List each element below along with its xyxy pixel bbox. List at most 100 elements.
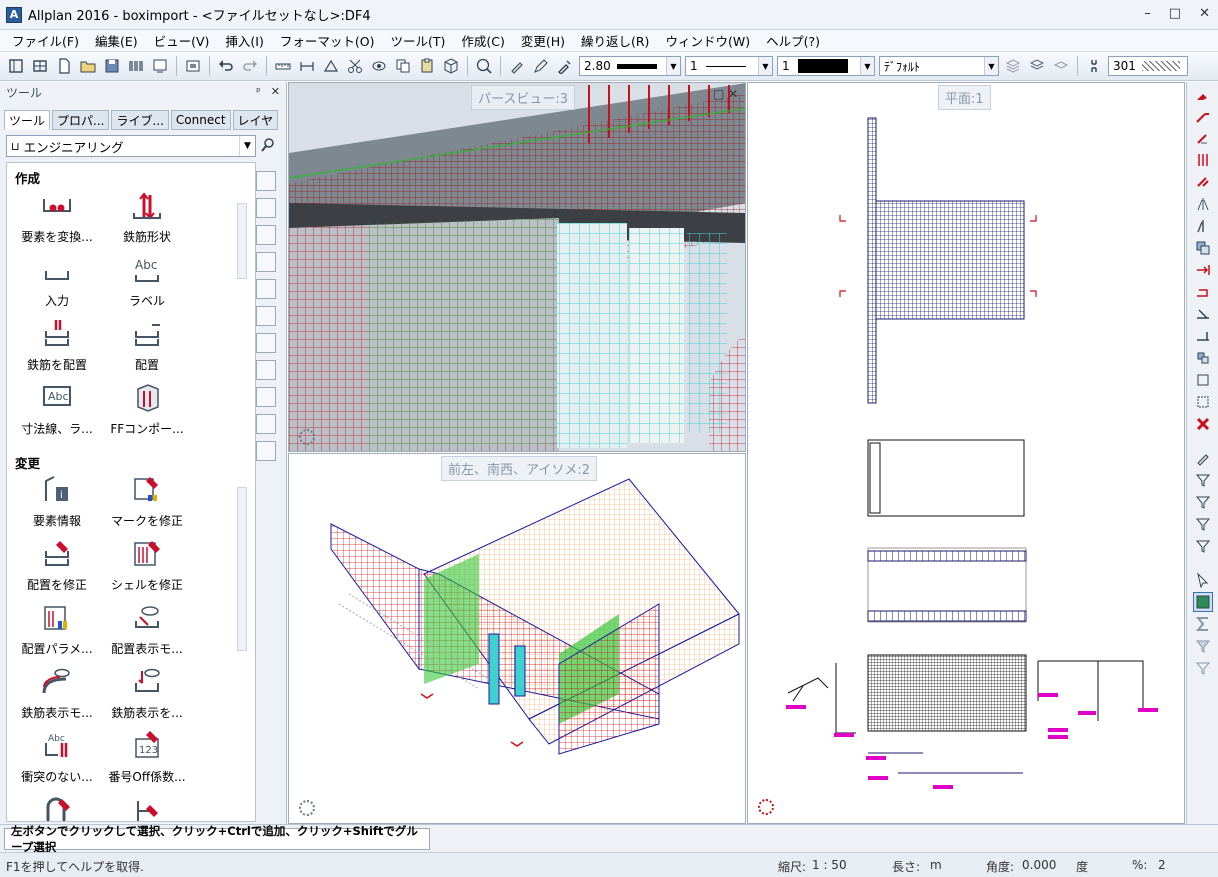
copy-move-icon[interactable]	[1193, 128, 1213, 148]
length-unit-value[interactable]: m	[930, 858, 942, 872]
tab-library[interactable]: ライブ...	[111, 110, 169, 130]
delete-x-icon[interactable]	[1193, 414, 1213, 434]
hatch-combo[interactable]: 301	[1108, 56, 1188, 76]
tool-placement-display-mode[interactable]: 配置表示モ...	[97, 601, 197, 657]
color-combo[interactable]: 1 ▼	[777, 56, 875, 76]
tab-layer[interactable]: レイヤ	[232, 110, 279, 130]
close-viewport-icon[interactable]: ✕	[728, 87, 738, 101]
tool-placement-params[interactable]: 配置パラメ...	[7, 601, 107, 657]
maximize-viewport-icon[interactable]: □	[713, 87, 724, 101]
menu-file[interactable]: ファイル(F)	[4, 31, 87, 50]
navigation-compass-icon[interactable]	[299, 429, 315, 445]
print-button[interactable]	[125, 55, 147, 77]
transform-icon[interactable]	[1193, 370, 1213, 390]
tool-convert-elements[interactable]: 要素を変換...	[7, 189, 107, 245]
redo-button[interactable]	[239, 55, 261, 77]
sum-icon[interactable]	[1193, 614, 1213, 634]
layer-status-button[interactable]	[1026, 55, 1048, 77]
chevron-down-icon[interactable]: ▼	[758, 57, 772, 75]
array-icon[interactable]	[1193, 348, 1213, 368]
side-tool-4-icon[interactable]	[256, 252, 276, 272]
layer-tool-button[interactable]	[1002, 55, 1024, 77]
side-tool-3-icon[interactable]	[256, 225, 276, 245]
angle-value[interactable]: 0.000	[1022, 858, 1056, 872]
duplicate-icon[interactable]	[1193, 238, 1213, 258]
plot-preview-button[interactable]	[149, 55, 171, 77]
menu-tools[interactable]: ツール(T)	[382, 31, 453, 50]
tool-dimension-label[interactable]: Abc 寸法線、ラ...	[7, 381, 107, 437]
tool-modify-shell[interactable]: シェルを修正	[97, 537, 197, 593]
pen-thickness-combo[interactable]: 2.80 ▼	[579, 56, 681, 76]
navigation-compass-icon[interactable]	[758, 799, 774, 815]
menu-create[interactable]: 作成(C)	[453, 31, 512, 50]
help-button[interactable]	[473, 55, 495, 77]
allplan-app-icon[interactable]: A	[6, 6, 22, 23]
maximize-button[interactable]: □	[1169, 6, 1181, 21]
menu-insert[interactable]: 挿入(I)	[217, 31, 271, 50]
chevron-down-icon[interactable]: ▼	[239, 136, 255, 156]
select-icon[interactable]	[1193, 570, 1213, 590]
eyedropper-button[interactable]	[554, 55, 576, 77]
tool-ff-component[interactable]: FFコンポー...	[97, 381, 197, 437]
tool-number-off-factor[interactable]: 123 番号Off係数...	[97, 729, 197, 785]
side-tool-10-icon[interactable]	[256, 414, 276, 434]
filter-3-icon[interactable]	[1193, 514, 1213, 534]
tool-rebar-display[interactable]: 鉄筋表示を...	[97, 665, 197, 721]
filter-2-icon[interactable]	[1193, 492, 1213, 512]
menu-edit[interactable]: 編集(E)	[87, 31, 146, 50]
filter-4-icon[interactable]	[1193, 536, 1213, 556]
chevron-down-icon[interactable]: ▼	[984, 57, 998, 75]
offset-icon[interactable]	[1193, 304, 1213, 324]
filter-1-icon[interactable]	[1193, 470, 1213, 490]
chevron-down-icon[interactable]: ▼	[860, 57, 874, 75]
close-button[interactable]: ✕	[1199, 6, 1210, 21]
save-button[interactable]	[101, 55, 123, 77]
mirror-icon[interactable]	[1193, 150, 1213, 170]
mirror-axis-icon[interactable]	[1193, 216, 1213, 236]
menu-window[interactable]: ウィンドウ(W)	[657, 31, 758, 50]
palette-scrollbar-top[interactable]	[237, 203, 247, 279]
tool-placement[interactable]: 配置	[97, 317, 197, 373]
tool-more-2[interactable]	[97, 793, 197, 821]
tool-place-rebar[interactable]: 鉄筋を配置	[7, 317, 107, 373]
undo-button[interactable]	[215, 55, 237, 77]
module-selector[interactable]: ⊔ エンジニアリング ▼	[6, 135, 256, 157]
visibility-button[interactable]	[368, 55, 390, 77]
3d-button[interactable]	[440, 55, 462, 77]
tab-tools[interactable]: ツール	[4, 110, 51, 130]
side-tool-5-icon[interactable]	[256, 279, 276, 299]
image-button[interactable]	[182, 55, 204, 77]
move-icon[interactable]	[1193, 106, 1213, 126]
panel-close-icon[interactable]: ✕	[271, 85, 280, 98]
layer-combo[interactable]: ﾃﾞﾌｫﾙﾄ ▼	[879, 56, 999, 76]
paste-button[interactable]	[416, 55, 438, 77]
region-icon[interactable]	[1193, 392, 1213, 412]
side-tool-9-icon[interactable]	[256, 387, 276, 407]
side-tool-8-icon[interactable]	[256, 360, 276, 380]
format-properties-button[interactable]	[1083, 55, 1105, 77]
tool-rebar-display-mode[interactable]: 鉄筋表示モ...	[7, 665, 107, 721]
tool-rebar-shape[interactable]: 鉄筋形状	[97, 189, 197, 245]
chevron-down-icon[interactable]: ▼	[666, 57, 680, 75]
side-tool-11-icon[interactable]	[256, 441, 276, 461]
plan-viewport[interactable]: 平面:1	[747, 82, 1185, 824]
filter-5-icon[interactable]	[1193, 636, 1213, 656]
measure-button[interactable]	[272, 55, 294, 77]
palette-scrollbar-bottom[interactable]	[237, 487, 247, 651]
tool-more-1[interactable]	[7, 793, 107, 821]
navigation-compass-icon[interactable]	[299, 800, 315, 816]
tool-label-tool[interactable]: Abc ラベル	[97, 253, 197, 309]
scale-value[interactable]: 1 : 50	[812, 858, 847, 872]
menu-format[interactable]: フォーマット(O)	[272, 31, 383, 50]
pen-tool-button[interactable]	[530, 55, 552, 77]
copy-button[interactable]	[392, 55, 414, 77]
percent-value[interactable]: 2	[1158, 858, 1166, 872]
menu-repeat[interactable]: 繰り返し(R)	[573, 31, 657, 50]
menu-help[interactable]: ヘルプ(?)	[758, 31, 828, 50]
trim-icon[interactable]	[1193, 326, 1213, 346]
tool-input[interactable]: 入力	[7, 253, 107, 309]
new-button[interactable]	[53, 55, 75, 77]
pick-icon[interactable]	[1193, 448, 1213, 468]
pin-icon[interactable]: ᵖ	[256, 85, 261, 98]
tab-properties[interactable]: プロパ...	[52, 110, 110, 130]
